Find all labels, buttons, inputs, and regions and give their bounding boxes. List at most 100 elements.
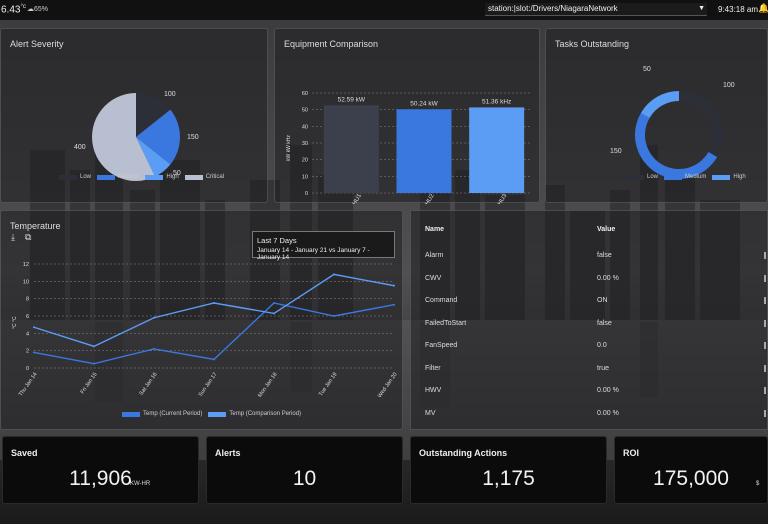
row-edge-marker: [764, 387, 766, 394]
row-edge-marker: [764, 274, 766, 282]
x-tick-label: AHU1: [350, 193, 364, 204]
alert-severity-panel: Alert Severity 100 150 50 400 Low Medium High…: [0, 28, 268, 203]
open-external-icon[interactable]: ⧉: [25, 232, 31, 243]
data-point[interactable]: [273, 302, 275, 304]
kpi-saved: Saved 11,906 KW-HR: [2, 436, 199, 504]
row-edge-marker: [764, 319, 766, 327]
legend-swatch: [664, 174, 683, 180]
bar-ahu3[interactable]: [469, 107, 525, 193]
y-tick-label: 4: [26, 331, 29, 337]
bar-value-label: 50.24 kW: [410, 100, 438, 107]
column-header-name[interactable]: Name: [425, 226, 444, 233]
legend-swatch: [184, 174, 203, 180]
kpi-value: 1,175: [482, 467, 535, 490]
equipment-bar-chart: 0 10 20 30 40 50 60 kW kW kHz 52.59 kW AHU1 50.24 …: [286, 91, 530, 204]
row-edge-marker: [764, 364, 766, 372]
data-point[interactable]: [393, 284, 395, 287]
table-row[interactable]: CWV 0.00 %: [411, 268, 767, 290]
kpi-value: 11,906: [69, 467, 132, 490]
ord-path-dropdown[interactable]: station:|slot:/Drivers/NiagaraNetwork ▼: [485, 3, 707, 16]
y-tick-label: 12: [23, 262, 29, 268]
data-point[interactable]: [393, 303, 395, 306]
row-value: 0.0: [597, 342, 607, 349]
column-header-value[interactable]: Value: [597, 226, 615, 233]
row-edge-marker: [764, 409, 766, 417]
data-point[interactable]: [213, 302, 215, 304]
y-tick-label: 10: [23, 279, 29, 285]
data-point[interactable]: [33, 351, 35, 354]
donut-slice[interactable]: [679, 91, 723, 157]
legend-label: Medium: [118, 174, 140, 180]
ord-path-value: station:|slot:/Drivers/NiagaraNetwork: [488, 4, 618, 13]
y-axis-label: kW kW kHz: [286, 135, 292, 161]
x-tick-label: AHU2: [423, 193, 437, 204]
chevron-down-icon: ▼: [698, 5, 705, 12]
x-tick-label: AHU3: [495, 193, 509, 204]
data-point[interactable]: [93, 345, 95, 348]
alert-severity-legend: Low Medium High Critical: [53, 174, 224, 180]
table-row[interactable]: Filter true: [411, 358, 767, 380]
table-row[interactable]: Command ON: [411, 290, 767, 312]
legend-swatch: [208, 411, 227, 417]
data-point[interactable]: [93, 362, 95, 365]
data-point[interactable]: [33, 326, 35, 329]
tasks-legend: Low Medium High: [620, 174, 746, 180]
tooltip-range: January 14 - January 21 vs January 7 - J…: [257, 247, 370, 261]
series-line-1[interactable]: [33, 273, 395, 348]
kpi-label: ROI: [623, 448, 640, 458]
y-tick-label: 20: [302, 158, 308, 164]
row-name: Filter: [425, 364, 441, 372]
tasks-outstanding-panel: Tasks Outstanding 100 150 50 Low Medium High: [545, 28, 768, 203]
row-name: FanSpeed: [425, 342, 458, 349]
notification-bell-icon[interactable]: 🔔: [758, 3, 768, 14]
legend-label: Low: [80, 174, 92, 180]
y-tick-label: 60: [302, 91, 308, 97]
table-row[interactable]: Alarm false: [411, 245, 767, 267]
x-tick-label: Sat Jan 16: [139, 372, 159, 397]
legend-label: Temp (Current Period): [143, 411, 203, 417]
data-point[interactable]: [213, 358, 215, 361]
point-value-table: Name Value Alarm false CWV 0.00 % Command ON F…: [410, 210, 768, 430]
row-value: false: [597, 252, 612, 259]
bar-ahu1[interactable]: [323, 105, 379, 193]
bar-ahu2[interactable]: [396, 109, 452, 193]
table-row[interactable]: FailedToStart false: [411, 313, 767, 335]
row-name: FailedToStart: [425, 319, 467, 327]
download-icon[interactable]: ⤓: [11, 232, 15, 243]
donut-slice[interactable]: [635, 113, 718, 179]
y-tick-label: 50: [302, 108, 308, 114]
row-edge-marker: [764, 252, 766, 259]
legend-swatch: [59, 174, 77, 180]
humidity-icon: ☁: [27, 6, 34, 13]
date-range-tooltip: Last 7 Days January 14 - January 21 vs J…: [252, 231, 395, 261]
row-value: ON: [597, 297, 608, 304]
x-tick-label: Tue Jan 19: [318, 372, 339, 398]
y-tick-label: 0: [305, 191, 308, 197]
table-row[interactable]: MV 0.00 %: [411, 403, 767, 425]
legend-swatch: [626, 174, 644, 180]
data-point[interactable]: [333, 273, 335, 276]
row-value: 0.00 %: [597, 409, 619, 417]
kpi-value: 10: [292, 467, 317, 490]
row-name: MV: [425, 409, 436, 417]
kpi-label: Alerts: [215, 448, 241, 458]
slice-label: 400: [74, 144, 86, 151]
y-tick-label: 6: [26, 314, 29, 320]
legend-label: Medium: [685, 174, 707, 180]
data-point[interactable]: [273, 312, 275, 315]
data-point[interactable]: [153, 316, 155, 319]
y-tick-label: 8: [26, 297, 29, 303]
slice-label: 50: [643, 66, 651, 73]
table-row[interactable]: FanSpeed 0.0: [411, 335, 767, 357]
x-tick-label: Sun Jan 17: [198, 372, 219, 398]
y-tick-label: 2: [26, 349, 29, 355]
x-tick-label: Mon Jan 18: [257, 372, 278, 399]
data-point[interactable]: [333, 315, 335, 317]
table-row[interactable]: HWV 0.00 %: [411, 380, 767, 402]
donut-slice[interactable]: [640, 91, 679, 118]
data-point[interactable]: [153, 347, 155, 350]
kpi-label: Saved: [11, 448, 38, 458]
legend-label: High: [166, 174, 179, 180]
top-bar: 6.43°c ☁65% station:|slot:/Drivers/Niaga…: [0, 0, 768, 20]
x-tick-label: Fri Jan 15: [80, 372, 99, 395]
